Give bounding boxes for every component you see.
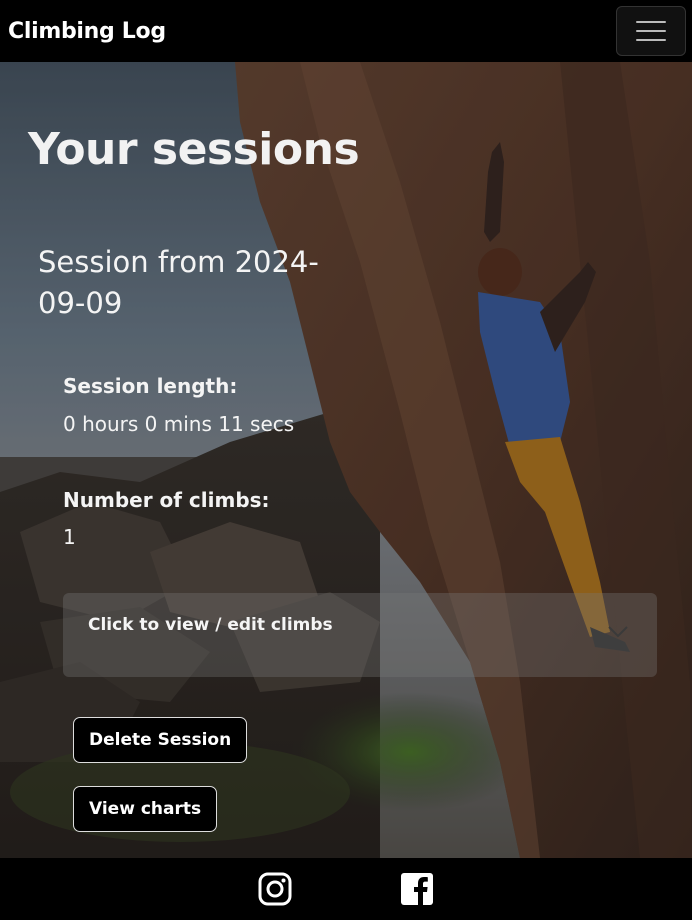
delete-session-button[interactable]: Delete Session [73,717,248,763]
climbs-count-label: Number of climbs: [63,488,270,512]
facebook-icon[interactable] [399,871,435,907]
chevron-down-icon [608,626,628,638]
session-length-value: 0 hours 0 mins 11 secs [63,412,295,436]
accordion-label: Click to view / edit climbs [88,615,333,635]
climbs-count-value: 1 [63,525,76,549]
brand-link[interactable]: Climbing Log [8,19,166,44]
footer [0,858,692,920]
menu-toggle-button[interactable] [616,6,686,56]
view-charts-button[interactable]: View charts [73,786,218,832]
session-title: Session from 2024-09-09 [38,245,319,320]
navbar: Climbing Log [0,0,692,62]
climbs-accordion-toggle[interactable]: Click to view / edit climbs [63,593,657,677]
page-title: Your sessions [28,124,360,175]
session-length-label: Session length: [63,374,238,398]
session-card: Your sessions Session from 2024-09-09 Se… [0,62,692,858]
hamburger-icon [636,21,666,23]
instagram-icon[interactable] [257,871,293,907]
hero-section: Your sessions Session from 2024-09-09 Se… [0,62,692,858]
